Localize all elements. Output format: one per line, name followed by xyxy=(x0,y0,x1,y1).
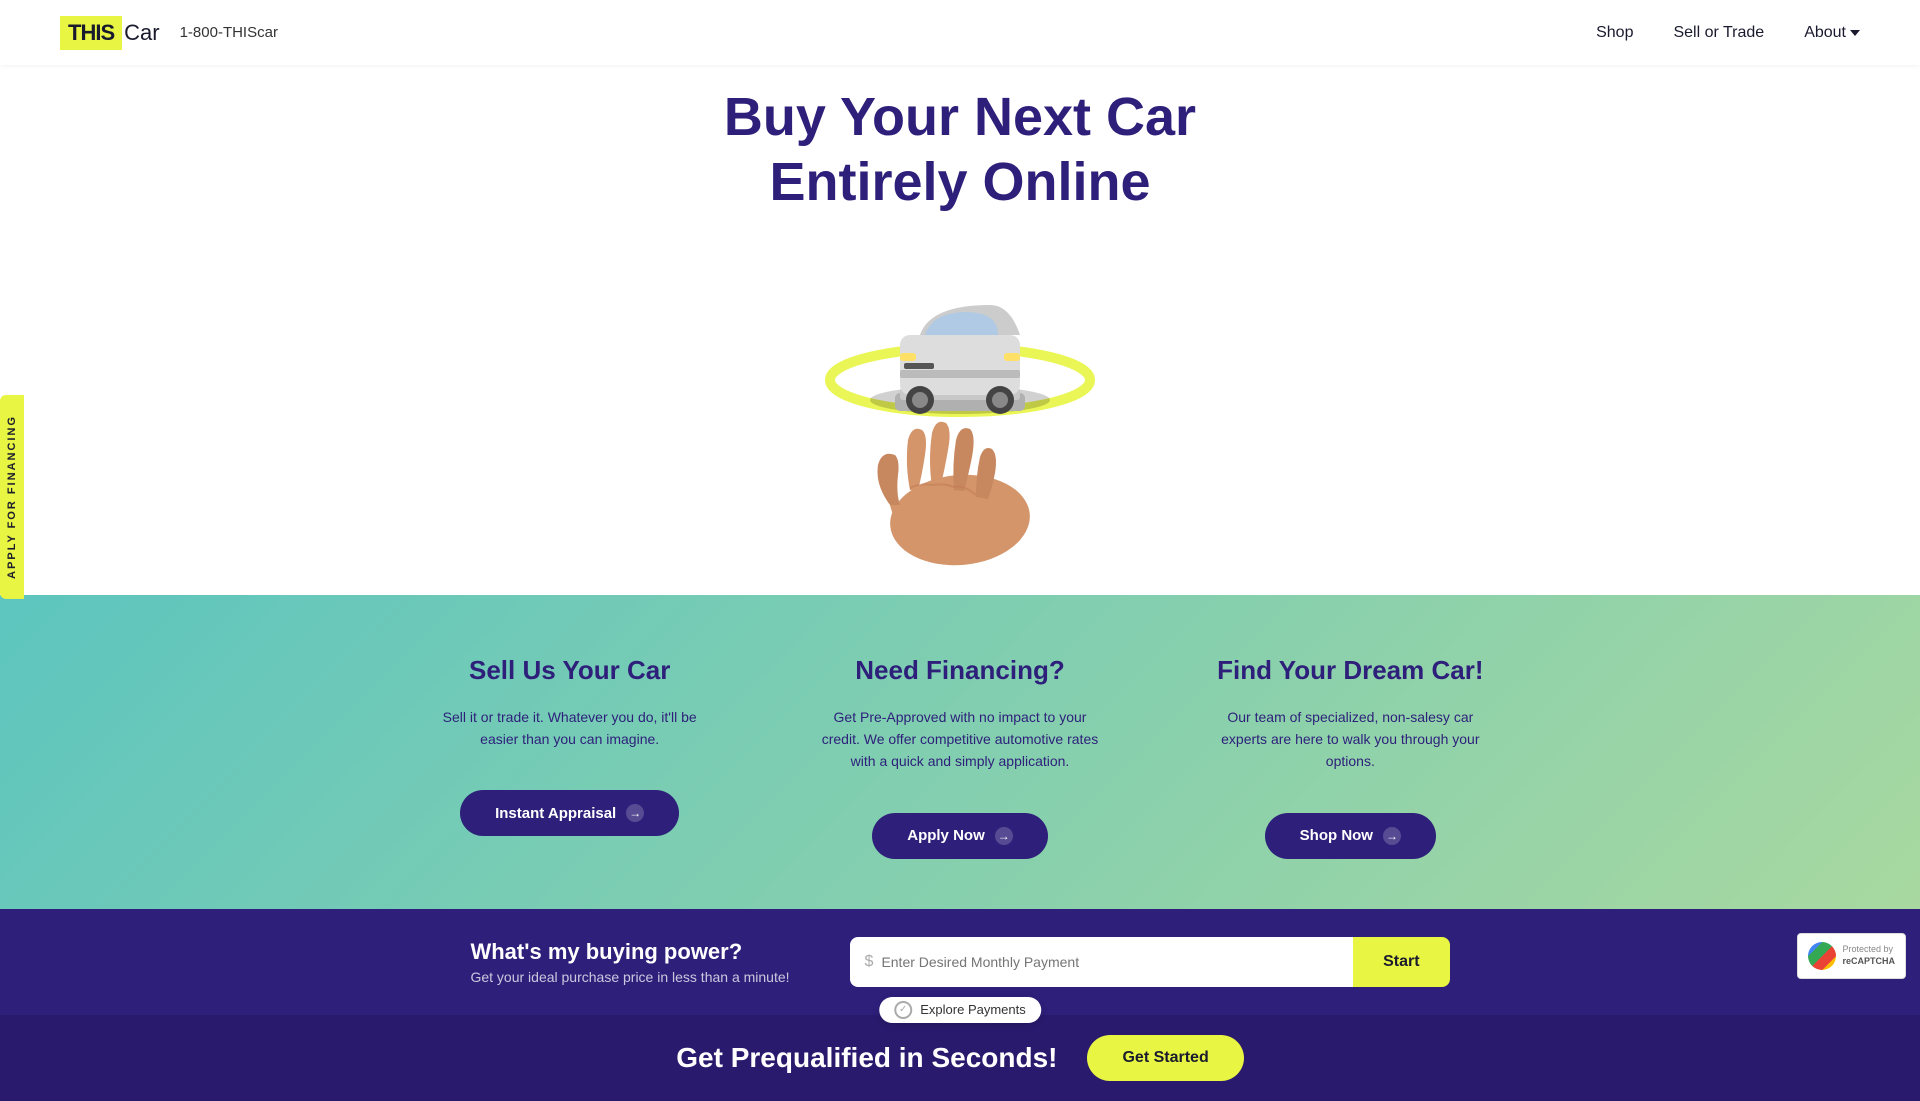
sell-feature-desc: Sell it or trade it. Whatever you do, it… xyxy=(425,706,714,751)
navbar-left: THISCar 1-800-THIScar xyxy=(60,16,278,50)
buying-power-title: What's my buying power? xyxy=(470,939,789,965)
explore-payments-badge: ✓ Explore Payments xyxy=(879,997,1041,1023)
features-container: Sell Us Your Car Sell it or trade it. Wh… xyxy=(395,655,1525,859)
arrow-icon: → xyxy=(1383,827,1401,845)
apply-now-button[interactable]: Apply Now → xyxy=(872,813,1048,859)
financing-feature-desc: Get Pre-Approved with no impact to your … xyxy=(815,706,1104,773)
explore-icon: ✓ xyxy=(894,1001,912,1019)
start-button[interactable]: Start xyxy=(1353,937,1449,987)
find-car-feature-desc: Our team of specialized, non-salesy car … xyxy=(1206,706,1495,773)
navbar-right: Shop Sell or Trade About xyxy=(1596,24,1860,42)
explore-payments-label: Explore Payments xyxy=(920,1002,1026,1017)
input-wrap: $ xyxy=(850,937,1354,987)
about-link[interactable]: About xyxy=(1804,24,1860,42)
hero-section: Buy Your Next Car Entirely Online xyxy=(0,65,1920,595)
monthly-payment-input[interactable] xyxy=(881,954,1338,970)
logo[interactable]: THISCar xyxy=(60,16,160,50)
logo-car: Car xyxy=(124,20,159,46)
hero-title: Buy Your Next Car Entirely Online xyxy=(0,85,1920,215)
buying-power-text: What's my buying power? Get your ideal p… xyxy=(470,939,789,985)
recaptcha-badge: Protected by reCAPTCHA xyxy=(1797,933,1906,979)
recaptcha-text: Protected by reCAPTCHA xyxy=(1842,944,1895,967)
financing-feature-title: Need Financing? xyxy=(855,655,1064,686)
recaptcha-logo xyxy=(1808,942,1836,970)
navbar: THISCar 1-800-THIScar Shop Sell or Trade… xyxy=(0,0,1920,65)
shop-link[interactable]: Shop xyxy=(1596,24,1633,42)
logo-this: THIS xyxy=(60,16,122,50)
arrow-icon: → xyxy=(995,827,1013,845)
hero-illustration xyxy=(700,225,1220,595)
financing-feature: Need Financing? Get Pre-Approved with no… xyxy=(785,655,1134,859)
find-car-feature-title: Find Your Dream Car! xyxy=(1217,655,1483,686)
arrow-icon: → xyxy=(626,804,644,822)
chevron-down-icon xyxy=(1850,30,1860,36)
about-label: About xyxy=(1804,24,1846,42)
sell-or-trade-link[interactable]: Sell or Trade xyxy=(1673,24,1764,42)
phone-number: 1-800-THIScar xyxy=(180,24,278,41)
shop-now-label: Shop Now xyxy=(1300,827,1373,844)
instant-appraisal-button[interactable]: Instant Appraisal → xyxy=(460,790,679,836)
apply-now-label: Apply Now xyxy=(907,827,985,844)
sell-feature: Sell Us Your Car Sell it or trade it. Wh… xyxy=(395,655,744,837)
shop-now-button[interactable]: Shop Now → xyxy=(1265,813,1436,859)
buying-power-form: $ Start xyxy=(850,937,1450,987)
find-car-feature: Find Your Dream Car! Our team of special… xyxy=(1176,655,1525,859)
apply-financing-sidebar[interactable]: APPLY FOR FINANCING xyxy=(0,395,24,599)
dollar-sign: $ xyxy=(865,953,874,971)
buying-power-subtitle: Get your ideal purchase price in less th… xyxy=(470,969,789,985)
bottom-banner: ✓ Explore Payments Get Prequalified in S… xyxy=(0,1015,1920,1101)
features-section: Sell Us Your Car Sell it or trade it. Wh… xyxy=(0,595,1920,909)
sell-feature-title: Sell Us Your Car xyxy=(469,655,670,686)
instant-appraisal-label: Instant Appraisal xyxy=(495,805,616,822)
get-started-button[interactable]: Get Started xyxy=(1087,1035,1243,1081)
bottom-banner-title: Get Prequalified in Seconds! xyxy=(676,1042,1057,1074)
hero-scene xyxy=(0,215,1920,595)
